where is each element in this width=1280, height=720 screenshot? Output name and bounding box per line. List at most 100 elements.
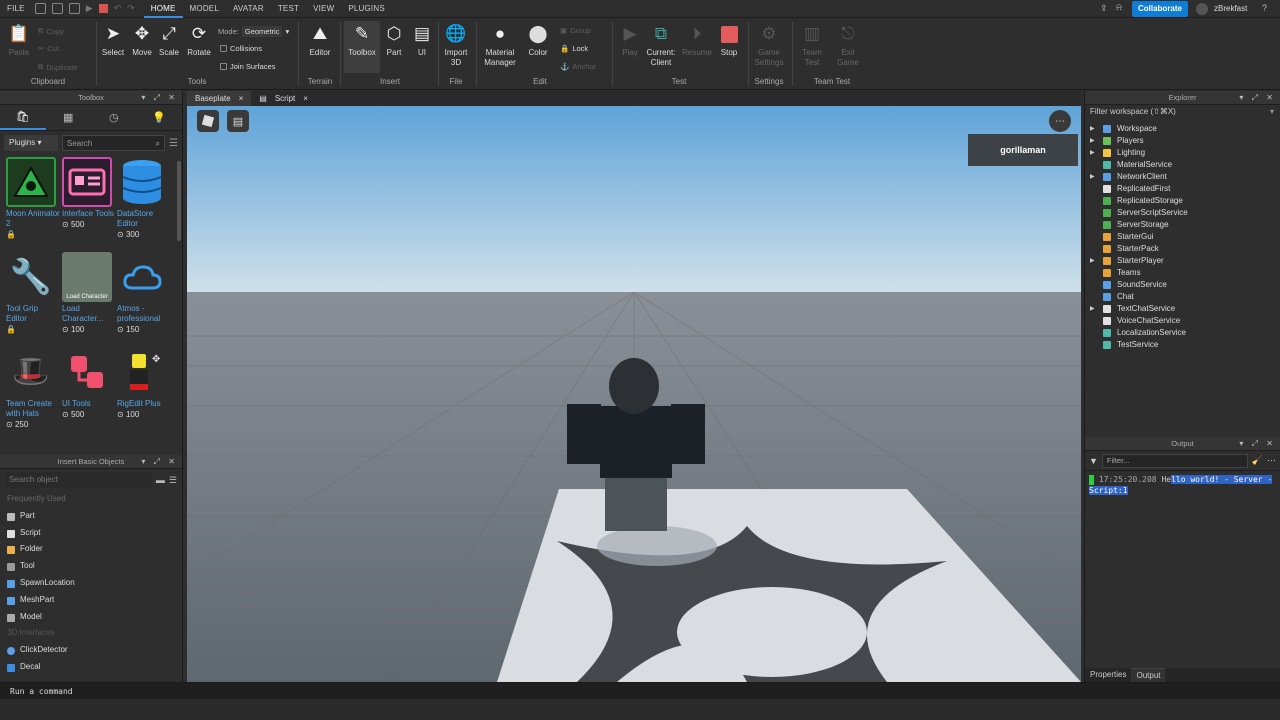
- collisions-toggle[interactable]: Collisions: [220, 44, 262, 53]
- explorer-item-workspace[interactable]: ▶ Workspace: [1085, 123, 1280, 135]
- insert-item-script[interactable]: Script: [0, 525, 182, 542]
- close-icon[interactable]: ×: [303, 91, 308, 106]
- tab-script[interactable]: ▤ Script ×: [251, 91, 316, 106]
- lock-button[interactable]: 🔒 Lock: [560, 44, 588, 53]
- insert-search-input[interactable]: Search object: [5, 472, 152, 488]
- panel-controls[interactable]: ▾ ⤢ ✕: [1239, 91, 1276, 105]
- insert-item-meshpart[interactable]: MeshPart: [0, 592, 182, 609]
- toolbox-search-input[interactable]: Search ⌕: [62, 135, 166, 152]
- mode-value[interactable]: Geometric: [241, 26, 283, 37]
- explorer-filter-input[interactable]: Filter workspace (⇧⌘X) ▾: [1085, 105, 1280, 121]
- plugin-item[interactable]: UI Tools ⊙ 500: [62, 347, 116, 420]
- move-tool-button[interactable]: ✥ Move: [129, 21, 155, 58]
- filter-icon[interactable]: ☰: [169, 138, 178, 149]
- save-icon[interactable]: [68, 3, 80, 14]
- search-icon[interactable]: ⌕: [156, 136, 160, 152]
- clear-output-icon[interactable]: 🧹: [1252, 455, 1263, 466]
- more-icon[interactable]: ⋯: [1267, 455, 1276, 466]
- duplicate-button[interactable]: ⧉ Duplicate: [38, 62, 78, 72]
- join-surfaces-toggle[interactable]: Join Surfaces: [220, 62, 275, 71]
- menu-home[interactable]: HOME: [143, 0, 183, 18]
- close-icon[interactable]: ×: [239, 91, 244, 106]
- bell-icon[interactable]: ⍾: [1116, 2, 1122, 13]
- explorer-item-localizationservice[interactable]: LocalizationService: [1085, 327, 1280, 339]
- expand-arrow-icon[interactable]: ▶: [1090, 171, 1095, 183]
- panel-controls[interactable]: ▾ ⤢ ✕: [141, 91, 178, 105]
- explorer-item-starterpack[interactable]: StarterPack: [1085, 243, 1280, 255]
- explorer-item-startergui[interactable]: StarterGui: [1085, 231, 1280, 243]
- insert-item-model[interactable]: Model: [0, 609, 182, 626]
- menu-plugins[interactable]: PLUGINS: [341, 0, 392, 18]
- share-icon[interactable]: ⇪: [1100, 3, 1108, 14]
- expand-arrow-icon[interactable]: ▶: [1090, 147, 1095, 159]
- play-button[interactable]: ▶ Play: [616, 21, 644, 58]
- menu-model[interactable]: MODEL: [183, 0, 226, 18]
- expand-arrow-icon[interactable]: ▶: [1090, 123, 1095, 135]
- explorer-item-serverscriptservice[interactable]: ServerScriptService: [1085, 207, 1280, 219]
- category-dropdown[interactable]: Plugins ▾: [4, 135, 58, 151]
- new-file-icon[interactable]: [34, 3, 46, 14]
- explorer-item-chat[interactable]: Chat: [1085, 291, 1280, 303]
- menu-test[interactable]: TEST: [271, 0, 306, 18]
- roblox-menu-icon[interactable]: [197, 110, 219, 132]
- explorer-item-voicechatservice[interactable]: VoiceChatService: [1085, 315, 1280, 327]
- insert-item-folder[interactable]: Folder: [0, 541, 182, 558]
- material-manager-button[interactable]: ● Material Manager: [480, 21, 520, 68]
- explorer-item-players[interactable]: ▶ Players: [1085, 135, 1280, 147]
- help-icon[interactable]: ?: [1262, 3, 1267, 13]
- plugin-item[interactable]: DataStore Editor ⊙ 300: [117, 157, 171, 240]
- plugin-item[interactable]: Moon Animator 2 🔒: [6, 157, 60, 240]
- command-input[interactable]: Run a command: [0, 683, 1280, 699]
- import-3d-button[interactable]: 🌐 Import 3D: [440, 21, 472, 68]
- collisions-checkbox[interactable]: [220, 45, 227, 52]
- filter-icon[interactable]: ▼: [1089, 456, 1098, 466]
- menu-file[interactable]: FILE: [0, 0, 32, 18]
- menu-avatar[interactable]: AVATAR: [226, 0, 271, 18]
- output-log-line[interactable]: 17:25:20.208 Hello world! - Server - Scr…: [1085, 471, 1280, 496]
- current-client-button[interactable]: ⧉ Current: Client: [644, 21, 678, 68]
- anchor-button[interactable]: ⚓ Anchor: [560, 62, 596, 71]
- scale-tool-button[interactable]: ⤢ Scale: [156, 21, 182, 58]
- play-quick-icon[interactable]: ▶: [86, 3, 93, 14]
- copy-button[interactable]: ⧉ Copy: [38, 26, 64, 36]
- exit-game-button[interactable]: ⎋ Exit Game: [834, 21, 862, 68]
- explorer-item-replicatedstorage[interactable]: ReplicatedStorage: [1085, 195, 1280, 207]
- plugin-item[interactable]: 🎩 Team Create with Hats ⊙ 250: [6, 347, 60, 430]
- username[interactable]: zBrekfast: [1214, 4, 1247, 13]
- select-tool-button[interactable]: ➤ Select: [100, 21, 126, 58]
- output-filter-input[interactable]: Filter...: [1101, 453, 1248, 468]
- user-avatar[interactable]: [1196, 3, 1208, 15]
- tab-marketplace[interactable]: ▦: [46, 105, 92, 130]
- insert-item-tool[interactable]: Tool: [0, 558, 182, 575]
- panel-controls[interactable]: ▾ ⤢ ✕: [1239, 437, 1276, 451]
- tab-creations[interactable]: 💡: [137, 105, 183, 130]
- panel-controls[interactable]: ▾ ⤢ ✕: [141, 455, 178, 469]
- plugin-item[interactable]: Interface Tools ⊙ 500: [62, 157, 116, 230]
- rotate-tool-button[interactable]: ⟳ Rotate: [184, 21, 214, 58]
- explorer-item-textchatservice[interactable]: ▶ TextChatService: [1085, 303, 1280, 315]
- toolbox-scrollbar[interactable]: [177, 161, 181, 241]
- explorer-item-teams[interactable]: Teams: [1085, 267, 1280, 279]
- ui-button[interactable]: ▤ UI: [410, 21, 434, 58]
- join-surfaces-checkbox[interactable]: [220, 63, 227, 70]
- resume-button[interactable]: ⏵ Resume: [682, 21, 712, 58]
- tab-baseplate[interactable]: Baseplate ×: [187, 91, 252, 106]
- open-file-icon[interactable]: [51, 3, 63, 14]
- tab-properties[interactable]: Properties: [1085, 668, 1131, 682]
- tab-inventory[interactable]: 🛍: [0, 105, 46, 130]
- insert-item-decal[interactable]: Decal: [0, 659, 182, 676]
- expand-arrow-icon[interactable]: ▶: [1090, 255, 1095, 267]
- 3d-viewport[interactable]: ▤ ⋯ gorillaman: [187, 106, 1081, 682]
- more-options-icon[interactable]: ⋯: [1049, 110, 1071, 132]
- player-list-entry[interactable]: gorillaman: [968, 134, 1078, 166]
- toolbox-button[interactable]: ✎ Toolbox: [344, 21, 380, 73]
- expand-arrow-icon[interactable]: ▶: [1090, 303, 1095, 315]
- undo-icon[interactable]: ↶: [114, 3, 122, 14]
- expand-arrow-icon[interactable]: ▶: [1090, 135, 1095, 147]
- explorer-item-serverstorage[interactable]: ServerStorage: [1085, 219, 1280, 231]
- settings-icon[interactable]: ☰: [169, 475, 177, 486]
- insert-item-part[interactable]: Part: [0, 508, 182, 525]
- stop-button[interactable]: Stop: [716, 21, 742, 58]
- explorer-item-replicatedfirst[interactable]: ReplicatedFirst: [1085, 183, 1280, 195]
- menu-view[interactable]: VIEW: [306, 0, 341, 18]
